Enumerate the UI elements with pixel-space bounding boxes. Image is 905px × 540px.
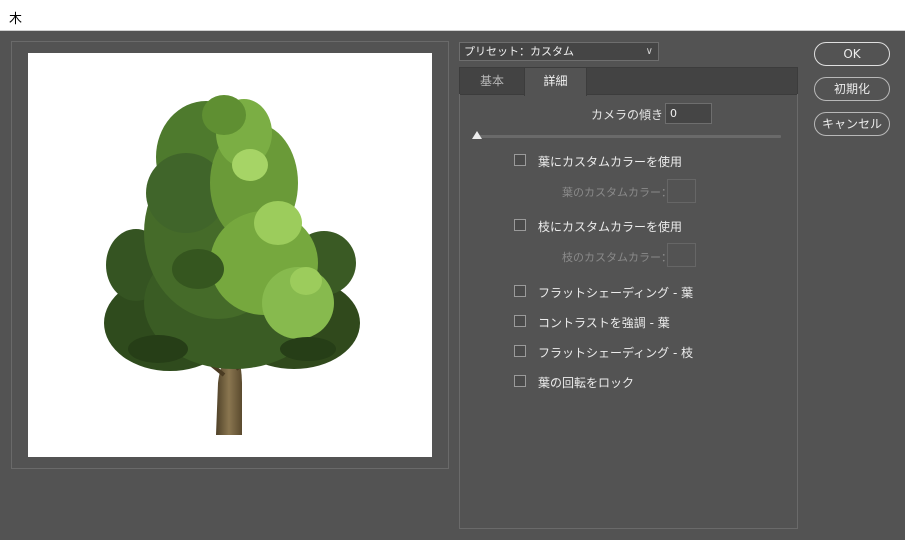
flat-shading-leaf-label: フラットシェーディング - 葉 [538,286,694,300]
branch-custom-color-checkbox[interactable] [514,219,526,231]
branch-custom-color-label: 枝にカスタムカラーを使用 [538,220,683,234]
tree-preview [28,53,432,457]
chevron-down-icon: ∨ [645,46,653,57]
camera-tilt-slider-thumb[interactable] [472,131,482,139]
tab-basic[interactable]: 基本 [460,68,524,95]
tab-strip: 基本 詳細 [459,67,798,96]
leaf-color-swatch [667,179,696,203]
preset-dropdown[interactable]: プリセット：カスタム ∨ [459,42,659,61]
lock-leaf-rotation-checkbox[interactable] [514,375,526,387]
branch-color-swatch [667,243,696,267]
contrast-leaf-label: コントラストを強調 - 葉 [538,316,670,330]
branch-color-label: 枝のカスタムカラー： [562,251,672,264]
title-bar: 木 [0,0,905,31]
reset-button[interactable]: 初期化 [814,77,890,101]
camera-tilt-slider[interactable] [477,135,781,138]
flat-shading-branch-label: フラットシェーディング - 枝 [538,346,694,360]
leaf-custom-color-label: 葉にカスタムカラーを使用 [538,155,683,169]
leaf-custom-color-checkbox[interactable] [514,154,526,166]
flat-shading-leaf-checkbox[interactable] [514,285,526,297]
camera-tilt-label: カメラの傾き： [591,108,676,122]
ok-button[interactable]: OK [814,42,890,66]
tree-illustration [104,95,360,435]
leaf-color-label: 葉のカスタムカラー： [562,186,672,199]
camera-tilt-input[interactable]: 0 [665,103,712,124]
flat-shading-branch-checkbox[interactable] [514,345,526,357]
lock-leaf-rotation-label: 葉の回転をロック [538,376,635,390]
preset-dropdown-label: プリセット：カスタム [464,45,574,58]
tab-detail[interactable]: 詳細 [524,68,587,96]
window-title: 木 [9,12,23,27]
cancel-button[interactable]: キャンセル [814,112,890,136]
contrast-leaf-checkbox[interactable] [514,315,526,327]
